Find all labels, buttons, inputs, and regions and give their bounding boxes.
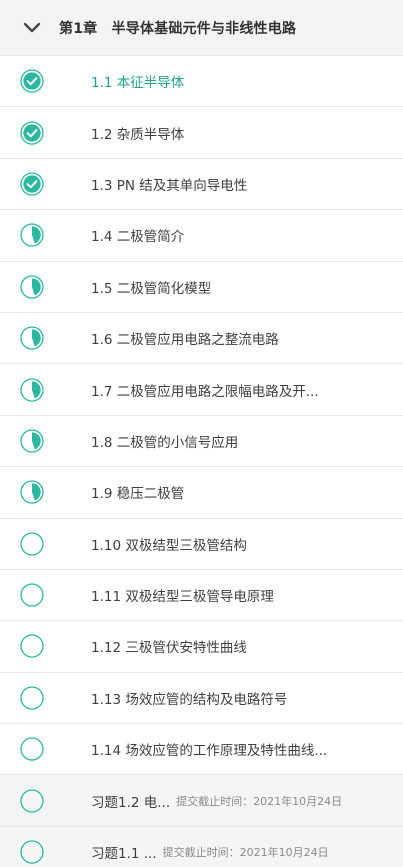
lesson-label: 1.11 双极结型三极管导电原理	[91, 589, 274, 606]
lesson-label: 1.1 本征半导体	[91, 75, 185, 92]
empty-circle-icon	[20, 532, 44, 556]
exercise-deadline: 提交截止时间：2021年10月24日	[162, 846, 329, 860]
exercise-title: 习题1.2 电...	[91, 794, 171, 811]
lesson-list: 1.1 本征半导体 1.2 杂质半导体 1.3 PN 结及其单向导电性 1.4 …	[0, 56, 403, 867]
check-circle-icon	[20, 172, 44, 196]
lesson-label: 1.4 二极管简介	[91, 229, 185, 246]
partial-progress-icon	[20, 275, 44, 299]
partial-progress-icon	[20, 223, 44, 248]
lesson-label: 1.3 PN 结及其单向导电性	[91, 177, 248, 194]
lesson-label: 1.5 二极管简化模型	[91, 280, 212, 297]
empty-circle-icon	[20, 686, 44, 710]
chapter-title: 第1章 半导体基础元件与非线性电路	[59, 20, 297, 37]
lesson-item[interactable]: 1.7 二极管应用电路之限幅电路及开...	[0, 364, 403, 416]
lesson-label: 1.6 二极管应用电路之整流电路	[91, 332, 279, 349]
partial-progress-icon	[20, 377, 44, 402]
lesson-item[interactable]: 1.4 二极管简介	[0, 210, 403, 262]
partial-progress-icon	[20, 480, 44, 504]
lesson-item[interactable]: 1.11 双极结型三极管导电原理	[0, 569, 403, 622]
chapter-header[interactable]: 第1章 半导体基础元件与非线性电路	[0, 0, 403, 56]
lesson-label: 1.12 三极管伏安特性曲线	[91, 640, 247, 657]
empty-circle-icon	[20, 789, 44, 813]
chevron-down-icon[interactable]	[22, 21, 42, 35]
check-circle-icon	[20, 120, 44, 145]
check-circle-icon	[20, 69, 44, 93]
lesson-item[interactable]: 1.10 双极结型三极管结构	[0, 518, 403, 570]
exercise-title: 习题1.1 ...	[91, 846, 157, 863]
lesson-label: 1.7 二极管应用电路之限幅电路及开...	[91, 383, 319, 400]
empty-circle-icon	[20, 840, 44, 864]
empty-circle-icon	[20, 737, 44, 761]
lesson-item[interactable]: 1.5 二极管简化模型	[0, 261, 403, 313]
partial-progress-icon	[20, 326, 44, 350]
lesson-item[interactable]: 1.2 杂质半导体	[0, 107, 403, 159]
lesson-label: 1.8 二极管的小信号应用	[91, 434, 239, 451]
exercise-deadline: 提交截止时间：2021年10月24日	[176, 794, 343, 808]
lesson-label: 1.9 稳压二极管	[91, 486, 185, 503]
lesson-label: 1.10 双极结型三极管结构	[91, 537, 247, 554]
lesson-item[interactable]: 1.6 二极管应用电路之整流电路	[0, 312, 403, 365]
exercise-item[interactable]: 习题1.2 电... 提交截止时间：2021年10月24日	[0, 775, 403, 827]
lesson-item[interactable]: 1.12 三极管伏安特性曲线	[0, 621, 403, 673]
lesson-item[interactable]: 1.14 场效应管的工作原理及特性曲线...	[0, 724, 403, 776]
lesson-item[interactable]: 1.1 本征半导体	[0, 56, 403, 108]
lesson-label: 1.14 场效应管的工作原理及特性曲线...	[91, 743, 328, 760]
lesson-item[interactable]: 1.8 二极管的小信号应用	[0, 415, 403, 468]
lesson-item[interactable]: 1.9 稳压二极管	[0, 467, 403, 519]
lesson-item[interactable]: 1.13 场效应管的结构及电路符号	[0, 672, 403, 725]
empty-circle-icon	[20, 583, 44, 607]
empty-circle-icon	[20, 634, 44, 659]
lesson-item[interactable]: 1.3 PN 结及其单向导电性	[0, 158, 403, 211]
exercise-item[interactable]: 习题1.1 ... 提交截止时间：2021年10月24日	[0, 826, 403, 867]
lesson-label: 1.2 杂质半导体	[91, 126, 185, 143]
lesson-label: 1.13 场效应管的结构及电路符号	[91, 691, 288, 708]
partial-progress-icon	[20, 429, 44, 453]
course-outline: 第1章 半导体基础元件与非线性电路 1.1 本征半导体 1.2 杂质半导体 1.…	[0, 0, 403, 867]
